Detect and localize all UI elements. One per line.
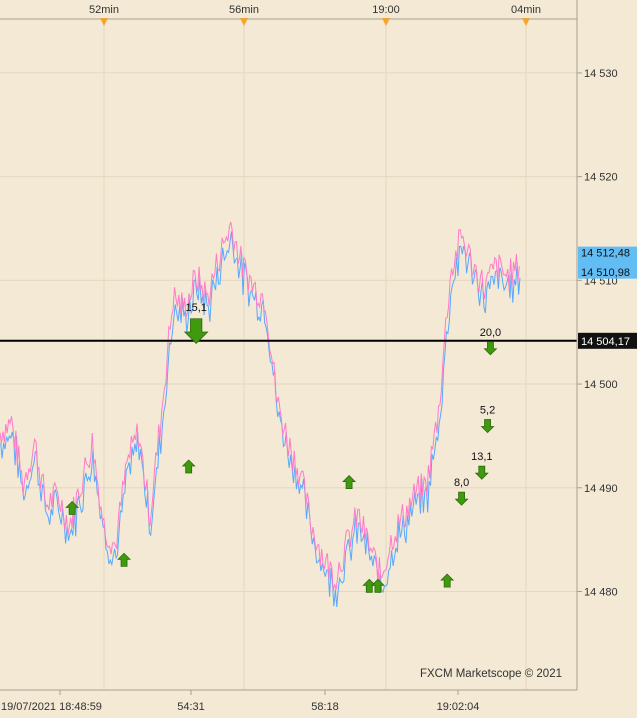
bottom-time-label: 19:02:04	[437, 701, 480, 713]
y-tick-label: 14 500	[584, 379, 618, 391]
current-price-label: 14 512,48	[581, 248, 630, 260]
current-price-label: 14 510,98	[581, 267, 630, 279]
signal-label: 5,2	[480, 405, 495, 417]
signal-label: 13,1	[471, 451, 492, 463]
y-tick-label: 14 530	[584, 68, 618, 80]
signal-label: 8,0	[454, 477, 469, 489]
signal-label: 20,0	[480, 327, 501, 339]
bottom-time-label: 19/07/2021 18:48:59	[1, 701, 102, 713]
y-tick-label: 14 490	[584, 483, 618, 495]
chart-background	[0, 0, 637, 718]
bottom-time-label: 58:18	[311, 701, 339, 713]
y-tick-label: 14 480	[584, 586, 618, 598]
watermark-text: FXCM Marketscope © 2021	[420, 668, 562, 680]
top-time-label: 19:00	[372, 4, 400, 16]
y-tick-label: 14 520	[584, 172, 618, 184]
signal-label: 15,1	[185, 302, 206, 314]
top-time-label: 52min	[89, 4, 119, 16]
top-axis-band	[0, 0, 577, 19]
top-time-label: 04min	[511, 4, 541, 16]
bottom-time-label: 54:31	[177, 701, 205, 713]
reference-line-label: 14 504,17	[581, 336, 630, 348]
price-chart[interactable]: 14 504,17 15,1 8,0 13,1 5,2 20,0 14 530 14 52…	[0, 0, 637, 718]
top-time-label: 56min	[229, 4, 259, 16]
